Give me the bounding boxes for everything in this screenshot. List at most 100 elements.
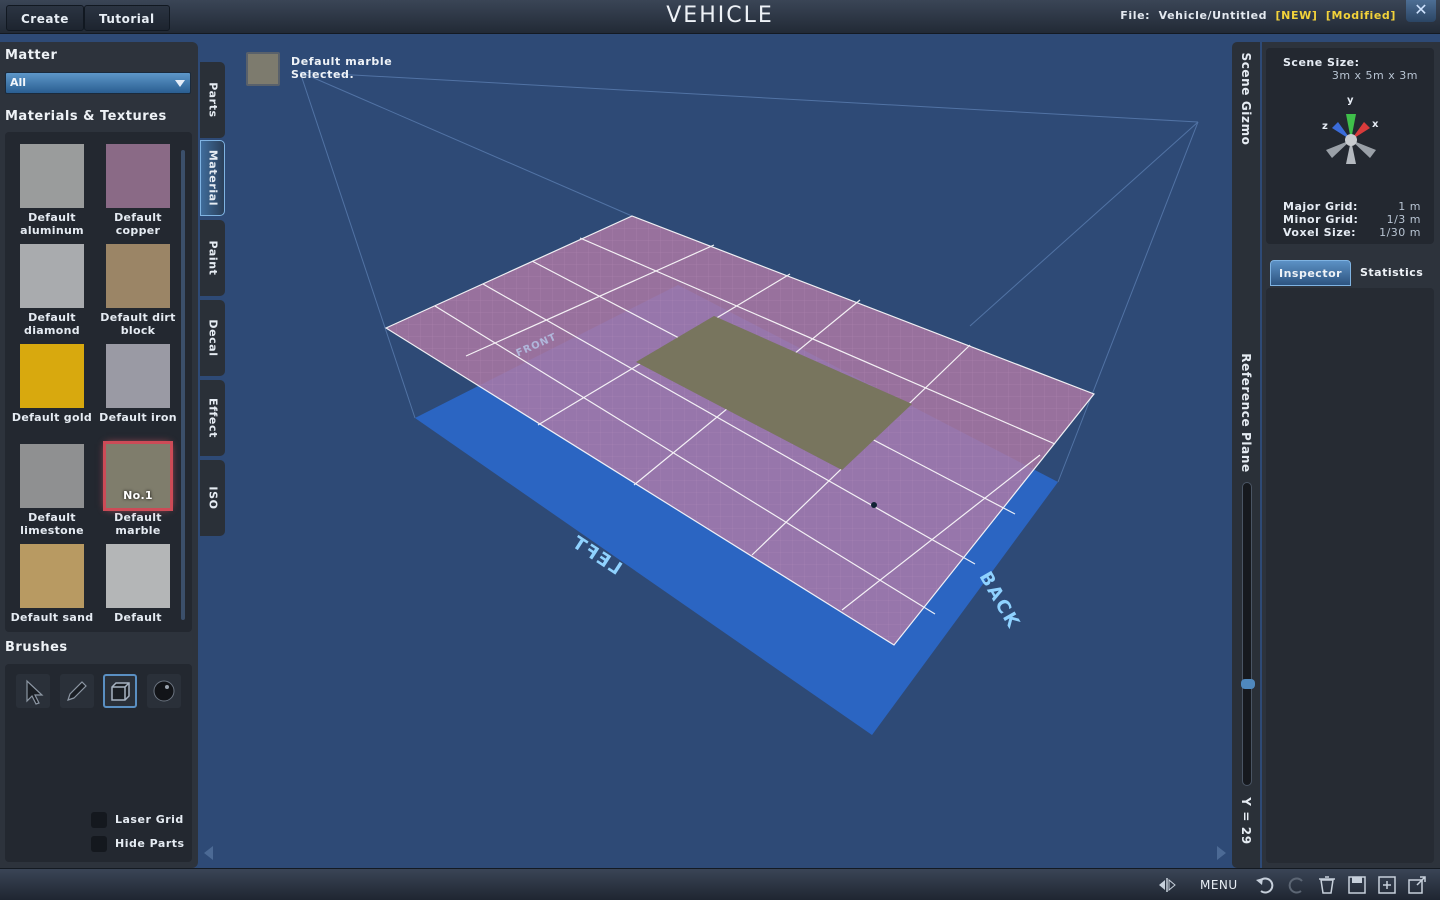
material-item-iron[interactable]: Default iron bbox=[95, 344, 181, 424]
voxel-size-value: 1/30 m bbox=[1379, 226, 1421, 239]
material-item-gold[interactable]: Default gold bbox=[9, 344, 95, 424]
major-grid-row: Major Grid: 1 m bbox=[1283, 200, 1421, 213]
material-label: Default sand bbox=[10, 611, 94, 624]
voxel-size-row: Voxel Size: 1/30 m bbox=[1283, 226, 1421, 239]
selection-line-1: Default marble bbox=[291, 55, 393, 68]
materials-title: Materials & Textures bbox=[5, 109, 167, 124]
material-thumbnail bbox=[106, 144, 170, 208]
undo-icon[interactable] bbox=[1254, 875, 1276, 895]
matter-title: Matter bbox=[5, 48, 58, 63]
scene-gizmo-tab[interactable]: Scene Gizmo bbox=[1239, 52, 1253, 145]
top-bar: Create Tutorial VEHICLE File: Vehicle/Un… bbox=[0, 0, 1440, 34]
material-item-aluminum[interactable]: Default aluminum bbox=[9, 144, 95, 237]
cursor-arrow-icon bbox=[26, 679, 44, 705]
redo-icon[interactable] bbox=[1286, 875, 1308, 895]
material-label: Default bbox=[114, 611, 162, 624]
material-thumbnail bbox=[106, 344, 170, 408]
tab-statistics[interactable]: Statistics bbox=[1352, 260, 1431, 286]
scene-gizmo-panel: Scene Size: 3m x 5m x 3m y x z Major Gri… bbox=[1266, 48, 1434, 244]
3d-viewport[interactable] bbox=[228, 36, 1228, 868]
brushes-title: Brushes bbox=[5, 640, 68, 655]
select-brush[interactable] bbox=[16, 674, 50, 708]
export-icon[interactable] bbox=[1406, 874, 1428, 896]
scroll-right-arrow[interactable] bbox=[1217, 846, 1226, 860]
materials-scrollbar[interactable] bbox=[181, 150, 185, 620]
material-item-dirt-block[interactable]: Default dirt block bbox=[95, 244, 181, 337]
material-label: Default marble bbox=[114, 511, 162, 537]
laser-grid-toggle[interactable]: Laser Grid bbox=[91, 812, 184, 828]
materials-grid: Default aluminum Default copper Default … bbox=[5, 132, 192, 632]
tab-paint[interactable]: Paint bbox=[200, 220, 225, 296]
material-badge: No.1 bbox=[123, 489, 153, 502]
mirror-icon[interactable] bbox=[1156, 876, 1178, 894]
material-label: Default copper bbox=[114, 211, 162, 237]
tab-label: Paint bbox=[206, 240, 219, 276]
y-value-label: Y = 29 bbox=[1239, 797, 1253, 845]
material-label: Default diamond bbox=[24, 311, 80, 337]
pencil-brush[interactable] bbox=[60, 674, 94, 708]
selected-material-thumbnail bbox=[246, 52, 280, 86]
cursor-marker bbox=[871, 502, 877, 508]
material-label: Default iron bbox=[99, 411, 177, 424]
right-panel: Scene Size: 3m x 5m x 3m y x z Major Gri… bbox=[1262, 42, 1440, 868]
pencil-icon bbox=[67, 681, 87, 701]
material-item-default[interactable]: Default bbox=[95, 544, 181, 624]
left-panel: Matter All Materials & Textures Default … bbox=[0, 42, 198, 868]
laser-grid-checkbox[interactable] bbox=[91, 812, 107, 828]
tab-inspector[interactable]: Inspector bbox=[1270, 260, 1352, 286]
hide-parts-checkbox[interactable] bbox=[91, 836, 107, 852]
sphere-brush[interactable] bbox=[147, 674, 181, 708]
save-icon[interactable] bbox=[1346, 874, 1368, 896]
material-item-diamond[interactable]: Default diamond bbox=[9, 244, 95, 337]
matter-dropdown-value: All bbox=[10, 76, 27, 89]
save-as-icon[interactable] bbox=[1376, 874, 1398, 896]
right-side-tab: Scene Gizmo Reference Plane Y = 29 bbox=[1232, 42, 1260, 868]
menu-button[interactable]: MENU bbox=[1200, 878, 1238, 892]
axis-z-label: z bbox=[1322, 121, 1329, 132]
matter-dropdown[interactable]: All bbox=[5, 72, 191, 94]
material-thumbnail bbox=[20, 244, 84, 308]
tab-iso[interactable]: ISO bbox=[200, 460, 225, 536]
material-label: Default gold bbox=[11, 411, 93, 424]
file-info: File: Vehicle/Untitled [NEW] [Modified] bbox=[1120, 9, 1396, 22]
minor-grid-label: Minor Grid: bbox=[1283, 213, 1359, 226]
brushes-panel: Laser Grid Hide Parts bbox=[5, 664, 192, 862]
material-thumbnail bbox=[20, 544, 84, 608]
reference-plane-slider[interactable] bbox=[1241, 482, 1255, 786]
material-label: Default dirt block bbox=[100, 311, 176, 337]
material-label: Default limestone bbox=[20, 511, 84, 537]
voxel-size-label: Voxel Size: bbox=[1283, 226, 1357, 239]
hide-parts-toggle[interactable]: Hide Parts bbox=[91, 836, 185, 852]
material-item-sand[interactable]: Default sand bbox=[9, 544, 95, 624]
material-thumbnail bbox=[106, 244, 170, 308]
tab-label: Parts bbox=[206, 82, 219, 118]
material-item-limestone[interactable]: Default limestone bbox=[9, 444, 95, 537]
material-item-marble[interactable]: No.1 Default marble bbox=[95, 441, 181, 537]
reference-plane-slider-knob[interactable] bbox=[1241, 679, 1255, 689]
axis-x-label: x bbox=[1372, 119, 1379, 130]
tab-material[interactable]: Material bbox=[200, 140, 225, 216]
trash-icon[interactable] bbox=[1316, 874, 1338, 896]
tab-label: Effect bbox=[206, 398, 219, 438]
scroll-left-arrow[interactable] bbox=[204, 846, 213, 860]
box-brush[interactable] bbox=[103, 674, 137, 708]
scene-size-label: Scene Size: bbox=[1283, 56, 1360, 69]
material-item-copper[interactable]: Default copper bbox=[95, 144, 181, 237]
reference-plane-label: Reference Plane bbox=[1239, 353, 1253, 473]
tab-parts[interactable]: Parts bbox=[200, 62, 225, 138]
modified-tag: [Modified] bbox=[1325, 9, 1396, 22]
file-name: Vehicle/Untitled bbox=[1158, 9, 1268, 22]
tab-decal[interactable]: Decal bbox=[200, 300, 225, 376]
hide-parts-label: Hide Parts bbox=[115, 837, 185, 850]
close-button[interactable]: ✕ bbox=[1406, 0, 1436, 22]
minor-grid-row: Minor Grid: 1/3 m bbox=[1283, 213, 1421, 226]
tab-label: ISO bbox=[206, 486, 219, 510]
file-label: File: bbox=[1120, 9, 1151, 22]
tab-effect[interactable]: Effect bbox=[200, 380, 225, 456]
laser-grid-label: Laser Grid bbox=[115, 813, 184, 826]
material-thumbnail bbox=[20, 344, 84, 408]
scene-size-value: 3m x 5m x 3m bbox=[1331, 69, 1418, 82]
close-icon: ✕ bbox=[1414, 0, 1428, 19]
material-thumbnail bbox=[20, 144, 84, 208]
material-thumbnail bbox=[20, 444, 84, 508]
